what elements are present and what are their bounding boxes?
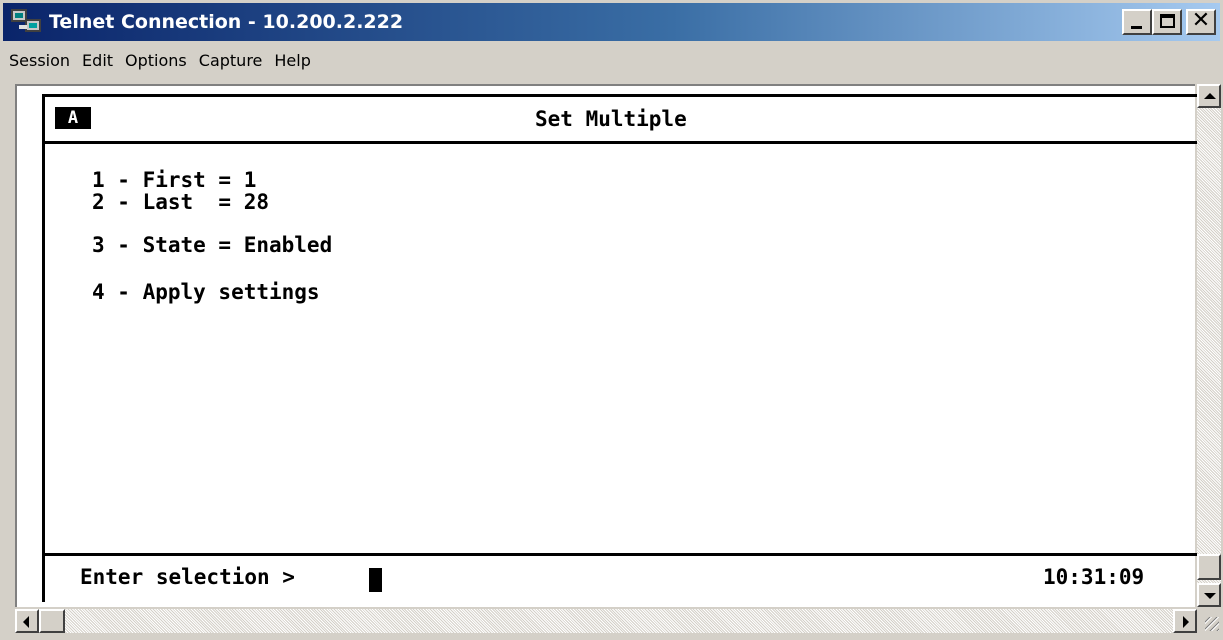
minimize-icon — [1131, 26, 1142, 29]
vertical-scrollbar[interactable] — [1197, 84, 1221, 607]
scroll-left-button[interactable] — [15, 609, 39, 633]
arrow-left-icon — [23, 616, 29, 628]
close-button[interactable]: ✕ — [1186, 8, 1216, 35]
header-divider — [45, 141, 1202, 144]
scroll-down-button[interactable] — [1197, 583, 1221, 607]
horizontal-scroll-thumb[interactable] — [39, 609, 65, 633]
footer-divider — [45, 553, 1202, 556]
resize-grip[interactable] — [1197, 609, 1221, 633]
arrow-down-icon — [1204, 593, 1216, 599]
scroll-up-button[interactable] — [1197, 84, 1221, 108]
menu-edit[interactable]: Edit — [76, 47, 119, 75]
telnet-computers-icon[interactable] — [9, 7, 45, 37]
menu-option-last: 2 - Last = 28 — [92, 190, 270, 214]
session-indicator: A — [55, 107, 91, 129]
close-icon: ✕ — [1191, 8, 1211, 33]
selection-prompt: Enter selection > — [80, 565, 295, 589]
scroll-right-button[interactable] — [1173, 609, 1197, 633]
maximize-icon — [1160, 14, 1175, 28]
screen-title: Set Multiple — [535, 107, 687, 131]
minimize-button[interactable] — [1122, 9, 1152, 35]
horizontal-scrollbar[interactable] — [15, 609, 1197, 633]
title-bar[interactable]: Telnet Connection - 10.200.2.222 ✕ — [3, 3, 1220, 41]
arrow-up-icon — [1204, 93, 1216, 99]
menu-options[interactable]: Options — [119, 47, 193, 75]
maximize-button[interactable] — [1152, 9, 1182, 35]
terminal-screen: A Set Multiple 1 - First = 1 2 - Last = … — [42, 94, 1202, 602]
menu-option-state: 3 - State = Enabled — [92, 233, 333, 257]
arrow-right-icon — [1183, 616, 1189, 628]
menu-option-apply: 4 - Apply settings — [92, 280, 320, 304]
vertical-scroll-thumb[interactable] — [1197, 554, 1221, 580]
menu-option-first: 1 - First = 1 — [92, 168, 257, 192]
window-title: Telnet Connection - 10.200.2.222 — [49, 11, 404, 33]
menu-help[interactable]: Help — [268, 47, 316, 75]
menu-bar: Session Edit Options Capture Help — [3, 44, 1220, 78]
text-cursor[interactable] — [369, 568, 382, 592]
clock: 10:31:09 — [1043, 565, 1145, 589]
menu-session[interactable]: Session — [3, 47, 76, 75]
terminal-area[interactable]: A Set Multiple 1 - First = 1 2 - Last = … — [15, 84, 1202, 607]
telnet-window: Telnet Connection - 10.200.2.222 ✕ Sessi… — [0, 0, 1223, 640]
menu-capture[interactable]: Capture — [193, 47, 269, 75]
